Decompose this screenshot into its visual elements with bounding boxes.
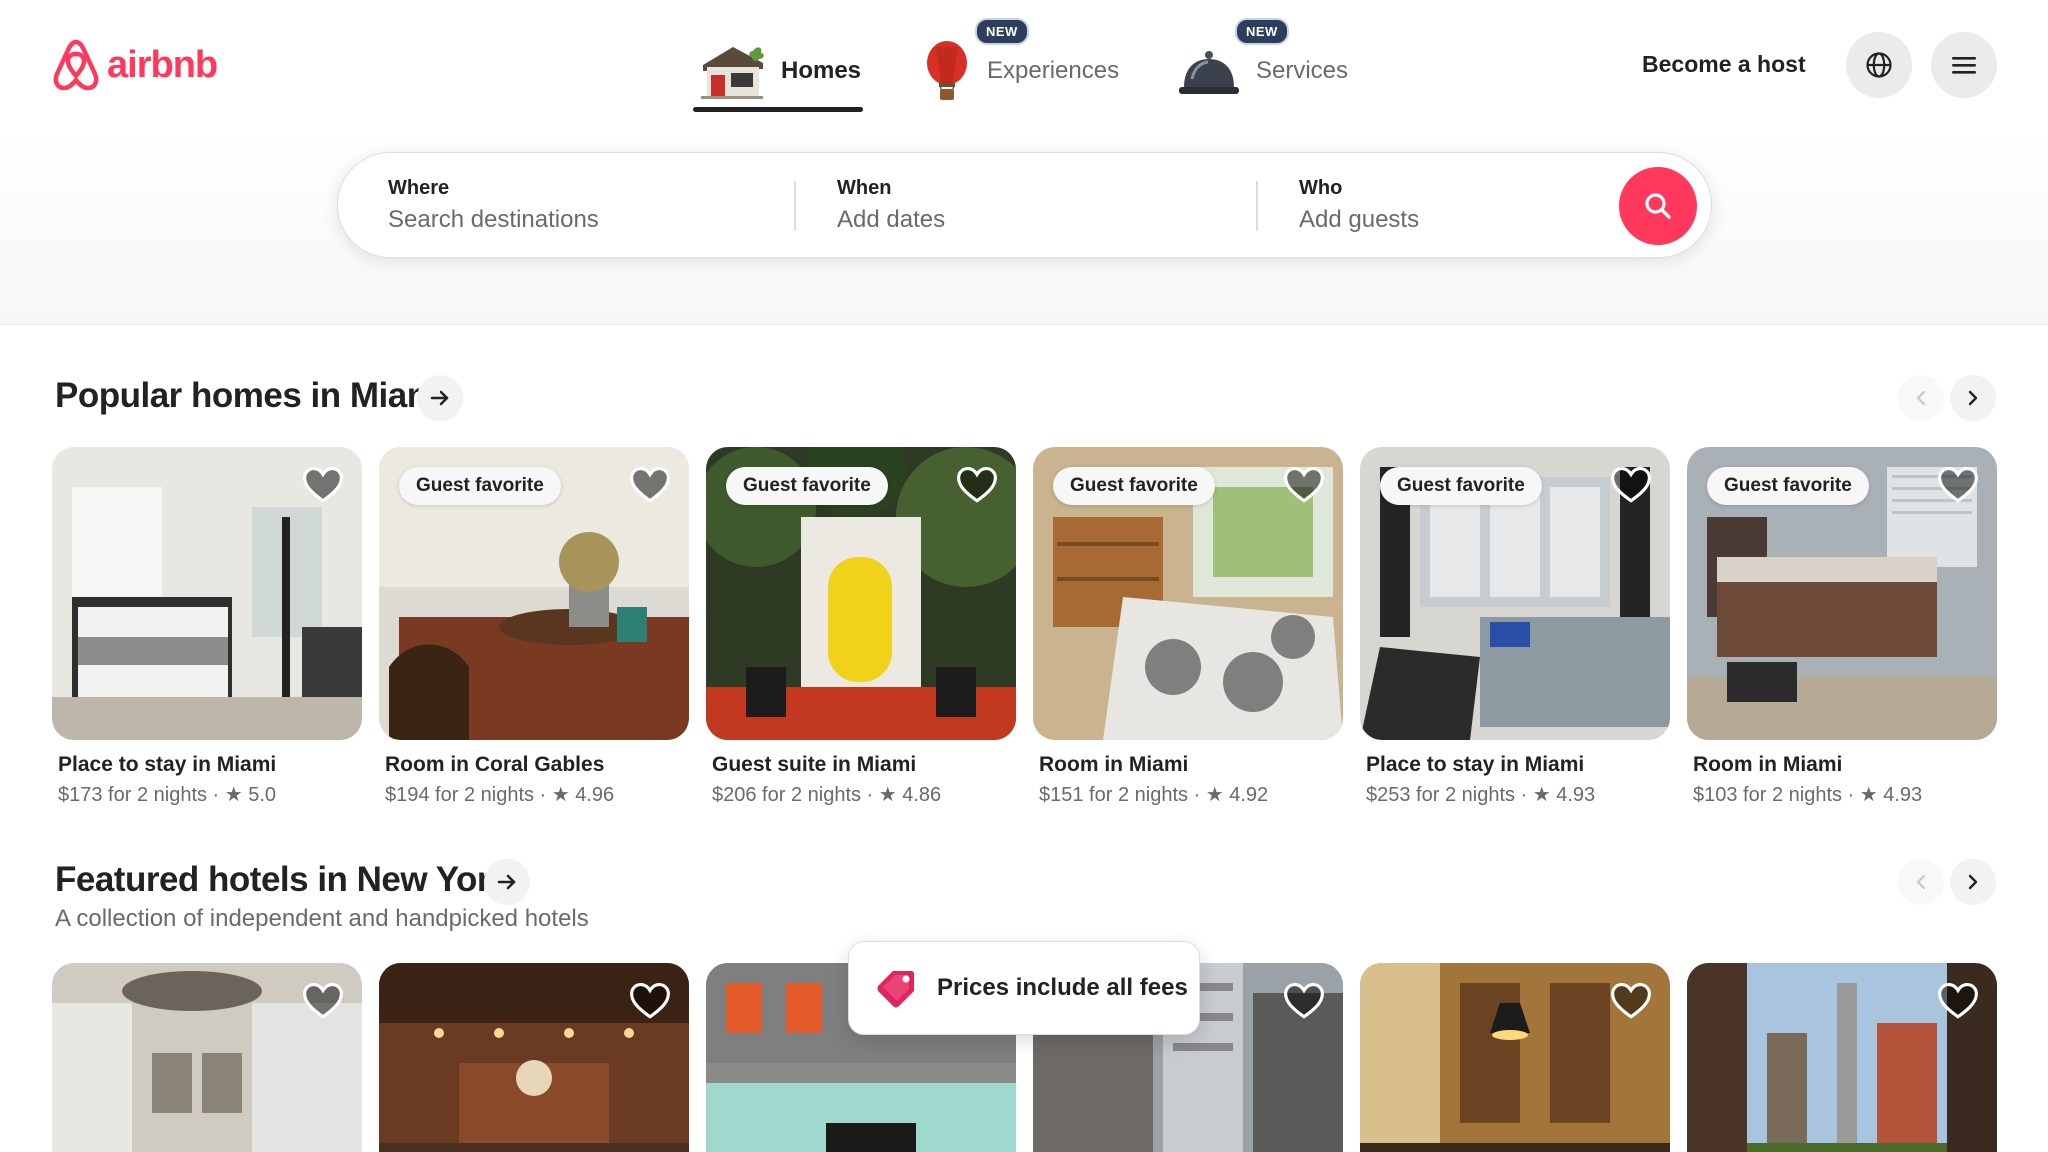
listing-price-rating: $253 for 2 nights · ★ 4.93 <box>1366 784 1596 806</box>
service-bell-icon <box>1179 51 1239 94</box>
hotel-card[interactable] <box>52 963 362 1152</box>
tab-services-label: Services <box>1256 57 1349 84</box>
heart-icon[interactable] <box>1937 981 1979 1021</box>
popular-homes-see-all-button[interactable] <box>417 375 463 421</box>
chevron-right-icon <box>1968 874 1978 890</box>
search-when-field[interactable]: When Add dates <box>837 177 945 234</box>
listing-price-rating: $194 for 2 nights · ★ 4.96 <box>385 784 615 806</box>
popular-homes-title: Popular homes in Miami <box>55 376 447 415</box>
arrow-right-icon <box>430 390 449 406</box>
hotel-card[interactable] <box>1360 963 1670 1152</box>
chevron-left-icon <box>1916 874 1926 890</box>
listing-title: Room in Miami <box>1693 753 1843 776</box>
listing-title: Room in Miami <box>1039 753 1189 776</box>
language-button[interactable] <box>1846 32 1912 98</box>
hotel-card[interactable] <box>1687 963 1997 1152</box>
hot-air-balloon-icon <box>927 41 967 100</box>
airbnb-logo-icon <box>53 39 99 91</box>
guest-favorite-badge: Guest favorite <box>1707 467 1869 505</box>
chevron-right-icon <box>1968 390 1978 406</box>
listing-price-rating: $151 for 2 nights · ★ 4.92 <box>1039 784 1269 806</box>
hotel-card[interactable] <box>379 963 689 1152</box>
heart-icon[interactable] <box>629 981 671 1021</box>
active-tab-indicator <box>693 107 863 112</box>
heart-icon[interactable] <box>1937 465 1979 505</box>
become-a-host-link[interactable]: Become a host <box>1628 44 1820 84</box>
price-tag-icon <box>877 971 914 1008</box>
featured-hotels-title: Featured hotels in New York <box>55 860 509 899</box>
airbnb-wordmark: airbnb <box>107 43 218 86</box>
listing-price-rating: $206 for 2 nights · ★ 4.86 <box>712 784 942 806</box>
listing-price-rating: $173 for 2 nights · ★ 5.0 <box>58 784 277 806</box>
heart-icon[interactable] <box>302 465 344 505</box>
chevron-left-icon <box>1916 390 1926 406</box>
when-placeholder: Add dates <box>837 206 946 233</box>
search-button[interactable] <box>1619 167 1697 245</box>
prices-include-fees-toast[interactable]: Prices include all fees <box>848 941 1200 1035</box>
guest-favorite-badge: Guest favorite <box>1053 467 1215 505</box>
who-placeholder: Add guests <box>1299 206 1420 233</box>
experiences-new-badge: NEW <box>975 18 1029 45</box>
search-icon <box>1645 193 1671 219</box>
arrow-right-icon <box>497 874 516 890</box>
where-label: Where <box>388 177 450 199</box>
heart-icon[interactable] <box>302 981 344 1021</box>
featured-hotels-subtitle: A collection of independent and handpick… <box>55 905 589 932</box>
heart-icon[interactable] <box>956 465 998 505</box>
search-bar: Where Search destinations When Add dates… <box>337 152 1712 258</box>
heart-icon[interactable] <box>629 465 671 505</box>
guest-favorite-badge: Guest favorite <box>1380 467 1542 505</box>
guest-favorite-badge: Guest favorite <box>726 467 888 505</box>
tab-experiences-label: Experiences <box>987 57 1120 84</box>
hamburger-menu-icon <box>1952 57 1976 74</box>
globe-icon <box>1866 52 1892 78</box>
featured-hotels-see-all-button[interactable] <box>484 859 530 905</box>
popular-next-button[interactable] <box>1950 375 1996 421</box>
hotels-prev-button[interactable] <box>1898 859 1944 905</box>
services-new-badge: NEW <box>1235 18 1289 45</box>
listing-title: Place to stay in Miami <box>58 753 277 776</box>
tab-homes[interactable]: Homes <box>697 28 861 114</box>
guest-favorite-badge: Guest favorite <box>399 467 561 505</box>
toast-text: Prices include all fees <box>937 974 1188 1001</box>
search-where-field[interactable]: Where Search destinations <box>388 177 599 234</box>
heart-icon[interactable] <box>1283 981 1325 1021</box>
heart-icon[interactable] <box>1610 465 1652 505</box>
heart-icon[interactable] <box>1283 465 1325 505</box>
search-divider <box>794 181 796 231</box>
who-label: Who <box>1299 177 1343 199</box>
search-who-field[interactable]: Who Add guests <box>1299 177 1419 234</box>
main-menu-button[interactable] <box>1931 32 1997 98</box>
house-icon <box>701 47 764 99</box>
listing-title: Room in Coral Gables <box>385 753 605 776</box>
popular-prev-button[interactable] <box>1898 375 1944 421</box>
airbnb-logo[interactable]: airbnb <box>51 38 218 92</box>
listing-title: Guest suite in Miami <box>712 753 917 776</box>
heart-icon[interactable] <box>1610 981 1652 1021</box>
listing-price-rating: $103 for 2 nights · ★ 4.93 <box>1693 784 1923 806</box>
when-label: When <box>837 177 892 199</box>
tab-homes-label: Homes <box>781 57 862 84</box>
listing-title: Place to stay in Miami <box>1366 753 1585 776</box>
search-divider <box>1256 181 1258 231</box>
header: airbnb Homes Experiences NEW Services NE… <box>0 0 2048 325</box>
where-placeholder: Search destinations <box>388 206 599 233</box>
hotels-next-button[interactable] <box>1950 859 1996 905</box>
